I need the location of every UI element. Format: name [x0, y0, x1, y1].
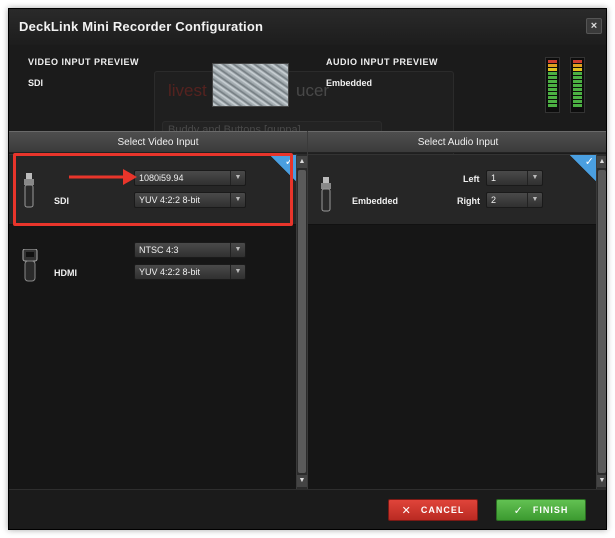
- audio-panel-scrollbar[interactable]: ▲ ▼: [596, 154, 606, 489]
- scroll-down-icon[interactable]: ▼: [597, 475, 606, 487]
- audio-preview-label: AUDIO INPUT PREVIEW: [326, 57, 439, 67]
- video-preview-thumbnail: [212, 63, 289, 107]
- scroll-up-icon[interactable]: ▲: [597, 156, 606, 168]
- right-channel-value: 2: [491, 195, 497, 205]
- cancel-button[interactable]: ✕ CANCEL: [388, 499, 478, 521]
- video-preview-label: VIDEO INPUT PREVIEW: [28, 57, 140, 67]
- hdmi-pixel-format-value: YUV 4:2:2 8-bit: [139, 267, 201, 277]
- right-channel-label: Right: [457, 196, 480, 206]
- vu-meter-left: [545, 57, 560, 113]
- annotation-arrow-icon: [69, 169, 137, 185]
- chevron-down-icon: ▼: [230, 265, 245, 279]
- video-panel-scrollbar[interactable]: ▲ ▼: [296, 154, 307, 489]
- video-input-row-hdmi[interactable]: HDMI NTSC 4:3 ▼ YUV 4:2:2 8-bit ▼: [9, 227, 296, 295]
- cancel-label: CANCEL: [420, 505, 465, 515]
- close-icon: ✕: [401, 504, 412, 517]
- scroll-down-icon[interactable]: ▼: [297, 475, 307, 487]
- title-bar: DeckLink Mini Recorder Configuration ×: [9, 9, 606, 45]
- dialog-title: DeckLink Mini Recorder Configuration: [19, 19, 264, 34]
- chevron-down-icon: ▼: [527, 171, 542, 185]
- video-preview-source: SDI: [28, 78, 44, 88]
- ghost-logo: livest: [168, 81, 207, 100]
- hdmi-format-dropdown[interactable]: NTSC 4:3 ▼: [134, 242, 246, 258]
- scroll-up-icon[interactable]: ▲: [297, 156, 307, 168]
- close-icon[interactable]: ×: [586, 18, 602, 34]
- hdmi-connector-icon: [22, 249, 38, 282]
- finish-label: FINISH: [532, 505, 569, 515]
- chevron-down-icon: ▼: [527, 193, 542, 207]
- hdmi-label: HDMI: [54, 268, 77, 278]
- audio-input-header: Select Audio Input: [308, 131, 606, 153]
- video-scroll-thumb[interactable]: [298, 170, 306, 473]
- left-channel-dropdown[interactable]: 1 ▼: [486, 170, 543, 186]
- video-input-header: Select Video Input: [9, 131, 307, 153]
- vu-meter-right: [570, 57, 585, 113]
- config-dialog: DeckLink Mini Recorder Configuration × l…: [8, 8, 607, 530]
- finish-button[interactable]: ✓ FINISH: [496, 499, 586, 521]
- hdmi-pixel-format-dropdown[interactable]: YUV 4:2:2 8-bit ▼: [134, 264, 246, 280]
- annotation-highlight-box: [13, 153, 293, 226]
- audio-scroll-thumb[interactable]: [598, 170, 606, 473]
- hdmi-format-value: NTSC 4:3: [139, 245, 179, 255]
- right-channel-dropdown[interactable]: 2 ▼: [486, 192, 543, 208]
- embedded-connector-icon: [321, 177, 331, 212]
- chevron-down-icon: ▼: [230, 243, 245, 257]
- audio-preview-source: Embedded: [326, 78, 373, 88]
- embedded-label: Embedded: [352, 196, 399, 206]
- selected-check-icon: ✓: [570, 155, 596, 181]
- audio-input-row-embedded[interactable]: Embedded Left 1 ▼ Right 2 ▼ ✓: [308, 154, 596, 225]
- left-channel-label: Left: [463, 174, 480, 184]
- check-icon: ✓: [513, 504, 524, 517]
- dialog-footer: ✕ CANCEL ✓ FINISH: [9, 489, 606, 529]
- ghost-producer: ucer: [296, 81, 330, 100]
- left-channel-value: 1: [491, 173, 497, 183]
